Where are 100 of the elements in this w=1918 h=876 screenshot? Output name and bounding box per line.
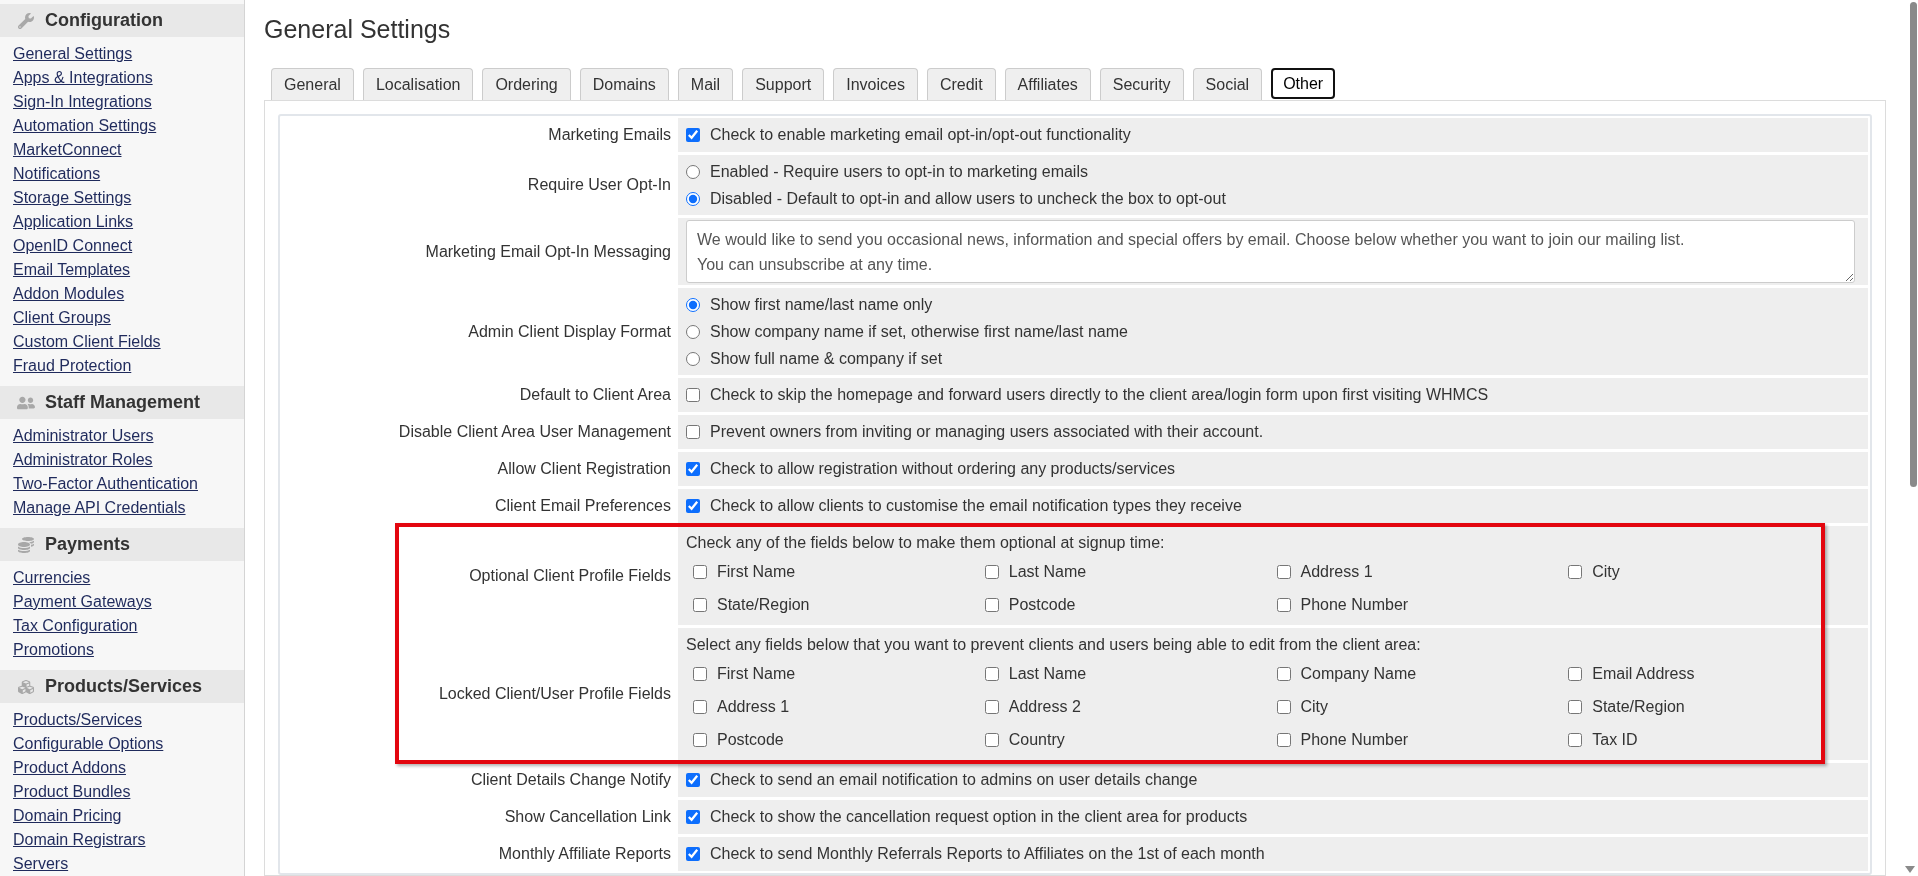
sidebar-link[interactable]: Domain Pricing xyxy=(13,804,122,828)
checkbox[interactable] xyxy=(686,810,700,824)
sidebar-link[interactable]: Administrator Roles xyxy=(13,448,153,472)
sidebar-link[interactable]: Client Groups xyxy=(13,306,111,330)
checkbox[interactable] xyxy=(1276,666,1291,681)
sidebar-link[interactable]: Automation Settings xyxy=(13,114,157,138)
tab[interactable]: Localisation xyxy=(362,68,474,100)
tab[interactable]: Support xyxy=(742,68,825,100)
radio-label: Show first name/last name only xyxy=(710,294,933,315)
tab[interactable]: Credit xyxy=(926,68,996,100)
field-group-intro: Check any of the fields below to make them optional at signup time: xyxy=(686,533,1165,553)
radio-label: Enabled - Require users to opt-in to marketing emails xyxy=(710,161,1088,182)
sidebar-link[interactable]: Configurable Options xyxy=(13,732,164,756)
tab[interactable]: Domains xyxy=(579,68,669,100)
checkbox[interactable] xyxy=(984,699,999,714)
checkbox[interactable] xyxy=(1568,666,1583,681)
checkbox-label: Address 1 xyxy=(1300,561,1373,582)
radio-button[interactable] xyxy=(686,191,700,206)
sidebar-link[interactable]: Servers xyxy=(13,852,69,876)
checkbox[interactable] xyxy=(686,128,700,142)
sidebar-link[interactable]: Promotions xyxy=(13,638,94,662)
checkbox[interactable] xyxy=(984,732,999,747)
radio-button[interactable] xyxy=(686,324,700,339)
checkbox-label: Last Name xyxy=(1008,663,1087,684)
checkbox-label: Last Name xyxy=(1008,561,1087,582)
sidebar-link[interactable]: Fraud Protection xyxy=(13,354,132,378)
tab[interactable]: Security xyxy=(1099,68,1184,100)
setting-label: Admin Client Display Format xyxy=(468,321,671,342)
checkbox[interactable] xyxy=(1276,732,1291,747)
setting-label: Optional Client Profile Fields xyxy=(469,565,671,586)
checkbox-label: Address 2 xyxy=(1008,696,1081,717)
checkbox[interactable] xyxy=(1568,564,1583,579)
tab[interactable]: Social xyxy=(1192,68,1263,100)
message-textarea[interactable]: We would like to send you occasional news, information and special offers by email. Choose below whether you want to join our mailing list. You can unsubscribe at any time. xyxy=(686,220,1855,283)
page-title: General Settings xyxy=(264,14,451,44)
checkbox-label: Address 1 xyxy=(717,696,790,717)
checkbox[interactable] xyxy=(686,773,700,787)
sidebar-link[interactable]: Addon Modules xyxy=(13,282,125,306)
checkbox-label: Check to enable marketing email opt-in/opt-out functionality xyxy=(710,125,1131,145)
sidebar-link[interactable]: Domain Registrars xyxy=(13,828,146,852)
radio-label: Show company name if set, otherwise first name/last name xyxy=(710,321,1128,342)
cubes-icon xyxy=(17,678,35,695)
checkbox[interactable] xyxy=(1276,597,1291,612)
sidebar-link[interactable]: Application Links xyxy=(13,210,134,234)
sidebar-link[interactable]: MarketConnect xyxy=(13,138,122,162)
sidebar-link[interactable]: Sign-In Integrations xyxy=(13,90,152,114)
checkbox-label: City xyxy=(1592,561,1620,582)
radio-button[interactable] xyxy=(686,164,700,179)
sidebar-link[interactable]: Email Templates xyxy=(13,258,131,282)
tab[interactable]: Mail xyxy=(677,68,734,100)
tab[interactable]: Affiliates xyxy=(1004,68,1091,100)
checkbox[interactable] xyxy=(686,462,700,476)
checkbox-label: Postcode xyxy=(717,729,784,750)
radio-button[interactable] xyxy=(686,297,700,312)
checkbox-label: Check to send an email notification to admins on user details change xyxy=(710,770,1198,790)
sidebar-link[interactable]: Tax Configuration xyxy=(13,614,138,638)
checkbox[interactable] xyxy=(1276,699,1291,714)
checkbox[interactable] xyxy=(693,564,707,579)
sidebar-link[interactable]: OpenID Connect xyxy=(13,234,133,258)
sidebar-link[interactable]: Two-Factor Authentication xyxy=(13,472,198,496)
radio-button[interactable] xyxy=(686,351,700,366)
checkbox-label: First Name xyxy=(717,561,796,582)
sidebar-link[interactable]: Product Bundles xyxy=(13,780,131,804)
checkbox[interactable] xyxy=(686,425,700,439)
checkbox[interactable] xyxy=(984,564,999,579)
sidebar-link[interactable]: Custom Client Fields xyxy=(13,330,161,354)
setting-label: Client Email Preferences xyxy=(494,496,671,516)
setting-label: Show Cancellation Link xyxy=(504,807,671,827)
sidebar-link[interactable]: Currencies xyxy=(13,566,91,590)
sidebar-link[interactable]: Products/Services xyxy=(13,708,142,732)
sidebar-link[interactable]: Apps & Integrations xyxy=(13,66,153,90)
checkbox[interactable] xyxy=(686,388,700,402)
sidebar-link[interactable]: Manage API Credentials xyxy=(13,496,186,520)
checkbox[interactable] xyxy=(984,666,999,681)
scrollbar-thumb[interactable] xyxy=(1910,2,1917,487)
checkbox[interactable] xyxy=(1568,699,1583,714)
sidebar-link[interactable]: Product Addons xyxy=(13,756,126,780)
tab[interactable]: General xyxy=(271,68,354,100)
checkbox-label: Check to allow clients to customise the email notification types they receive xyxy=(710,496,1242,516)
sidebar-link[interactable]: Storage Settings xyxy=(13,186,132,210)
checkbox[interactable] xyxy=(686,499,700,513)
checkbox[interactable] xyxy=(984,597,999,612)
tab[interactable]: Other xyxy=(1271,68,1336,99)
checkbox[interactable] xyxy=(693,732,707,747)
checkbox[interactable] xyxy=(1568,732,1583,747)
checkbox[interactable] xyxy=(686,847,700,861)
sidebar-link[interactable]: Notifications xyxy=(13,162,101,186)
sidebar-link[interactable]: General Settings xyxy=(13,42,133,66)
tab[interactable]: Invoices xyxy=(833,68,918,100)
sidebar-link[interactable]: Administrator Users xyxy=(13,424,154,448)
setting-label: Require User Opt-In xyxy=(527,175,671,195)
sidebar-link[interactable]: Payment Gateways xyxy=(13,590,152,614)
checkbox[interactable] xyxy=(693,666,707,681)
tab[interactable]: Ordering xyxy=(482,68,571,100)
scroll-down-icon[interactable] xyxy=(1905,866,1915,873)
checkbox[interactable] xyxy=(1276,564,1291,579)
setting-label: Marketing Emails xyxy=(548,125,671,145)
checkbox-label: Country xyxy=(1008,729,1065,750)
checkbox[interactable] xyxy=(693,597,707,612)
checkbox[interactable] xyxy=(693,699,707,714)
